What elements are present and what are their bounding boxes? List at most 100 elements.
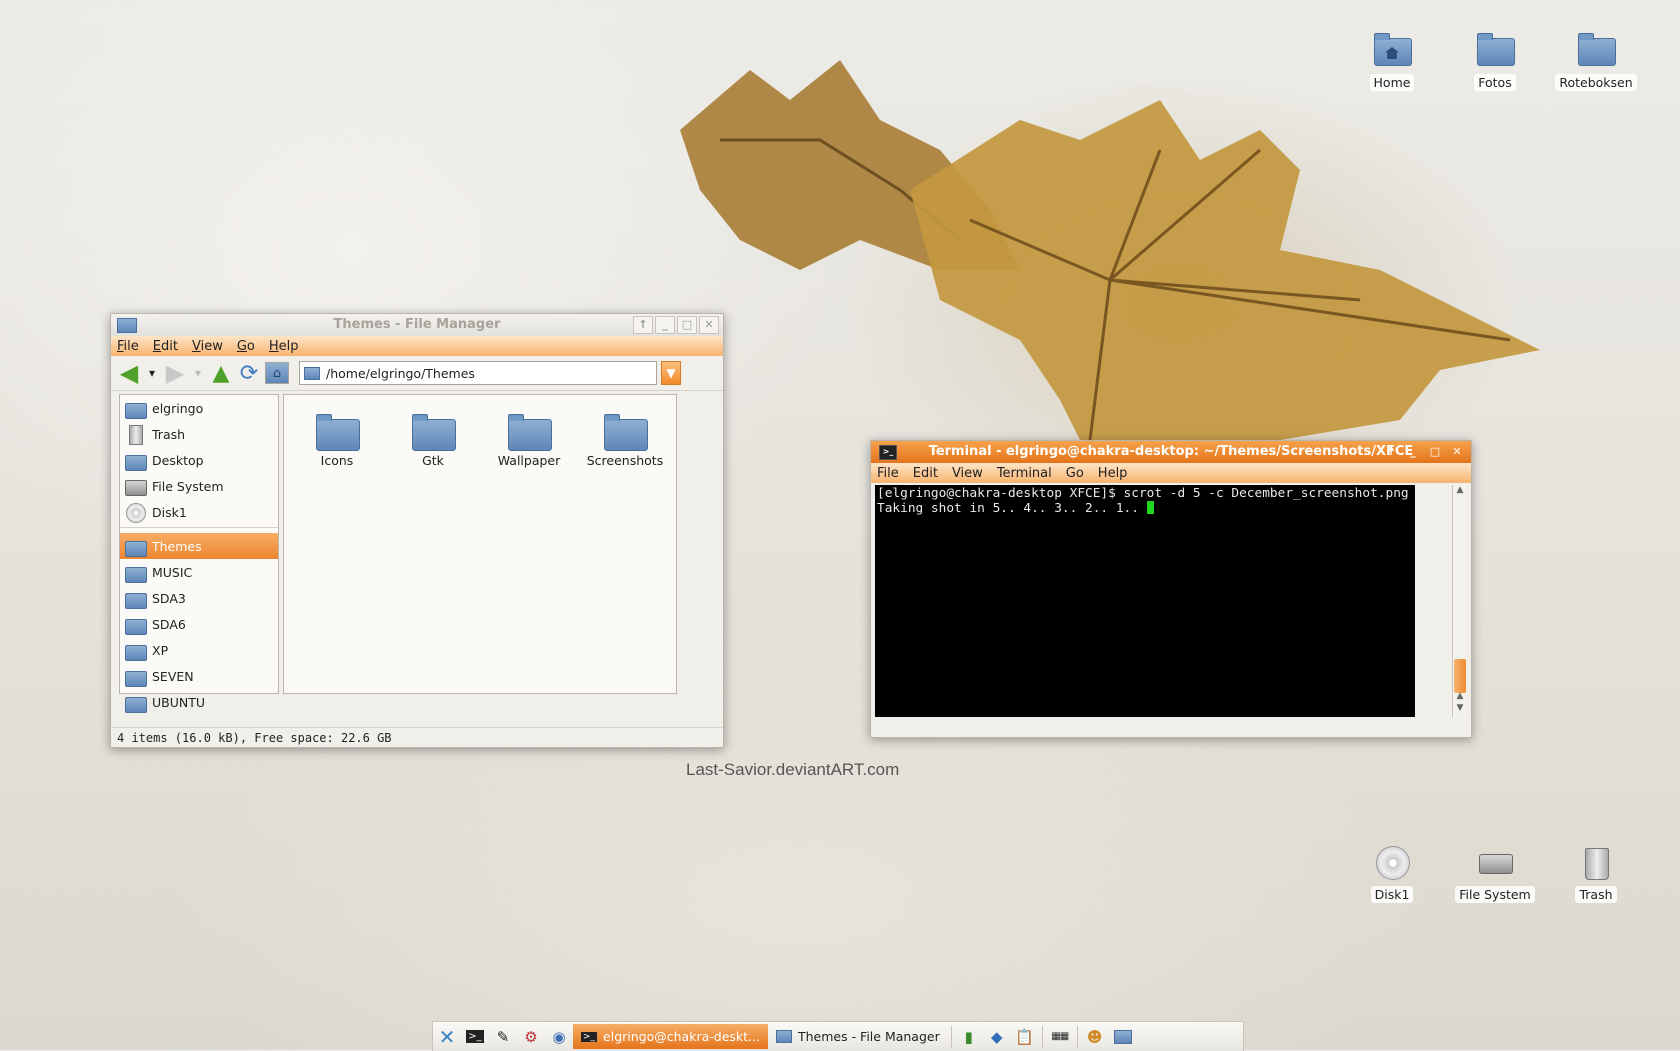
menu-terminal[interactable]: Terminal [997, 466, 1052, 481]
desktop-icon-filesystem[interactable]: File System [1450, 842, 1540, 903]
desktop-icon-home[interactable]: Home [1347, 30, 1437, 91]
forward-history-dropdown-icon[interactable]: ▾ [191, 361, 205, 385]
folder-label: Icons [320, 453, 354, 468]
task-file-manager[interactable]: Themes - File Manager [768, 1024, 948, 1049]
desktop-icon-fotos[interactable]: Fotos [1450, 30, 1540, 91]
network-icon[interactable]: ▮ [957, 1026, 981, 1048]
taskbar-separator [1076, 1025, 1078, 1048]
file-view[interactable]: Icons Gtk Wallpaper Screenshots [283, 394, 677, 694]
menu-edit[interactable]: Edit [153, 339, 178, 354]
minimize-button[interactable]: _ [1403, 443, 1423, 461]
terminal-window: >_ Terminal - elgringo@chakra-desktop: ~… [870, 440, 1472, 738]
up-arrow-icon[interactable]: ▲ [209, 361, 233, 386]
terminal-line-current: Taking shot in 5.. 4.. 3.. 2.. 1.. [877, 501, 1413, 516]
editor-launcher-icon[interactable]: ✎ [491, 1026, 515, 1048]
location-bar[interactable]: /home/elgringo/Themes [299, 361, 657, 385]
bookmark-music[interactable]: MUSIC [120, 559, 278, 585]
scroll-up-icon[interactable]: ▲ [1453, 485, 1467, 495]
folder-icon [304, 366, 320, 380]
bookmark-ubuntu[interactable]: UBUNTU [120, 689, 278, 715]
menu-view[interactable]: View [192, 339, 223, 354]
bookmark-xp[interactable]: XP [120, 637, 278, 663]
menu-help[interactable]: Help [1098, 466, 1128, 481]
terminal-scrollbar[interactable]: ▲ ▲ ▼ [1452, 485, 1467, 717]
menu-file[interactable]: File [877, 466, 899, 481]
folder-icon [124, 692, 147, 713]
xfce-menu-icon[interactable]: ✕ [435, 1025, 459, 1049]
terminal-launcher-icon[interactable]: >_ [463, 1026, 487, 1048]
disc-icon [124, 502, 146, 523]
folder-icon [1578, 33, 1616, 66]
folder-icon [508, 414, 552, 451]
scroll-up-icon[interactable]: ▲ [1453, 691, 1467, 701]
scroll-down-icon[interactable]: ▼ [1453, 703, 1467, 713]
bookmark-sda3[interactable]: SDA3 [120, 585, 278, 611]
close-button[interactable]: ✕ [1447, 443, 1467, 461]
terminal-line: Taking shot in 5.. 4.. 3.. 2.. 1.. [877, 501, 1147, 516]
file-manager-titlebar[interactable]: Themes - File Manager ↑ _ □ ✕ [111, 314, 723, 336]
watermark-text: Last-Savior.deviantART.com [686, 760, 900, 779]
desktop-icon [124, 450, 147, 471]
scrollbar-thumb[interactable] [1454, 659, 1466, 693]
place-filesystem[interactable]: File System [120, 473, 278, 499]
place-label: Desktop [152, 452, 204, 468]
folder-icon [124, 536, 147, 557]
folder-item-gtk[interactable]: Gtk [388, 409, 478, 468]
clipboard-icon[interactable]: 📋 [1013, 1026, 1037, 1048]
folder-icon [1477, 33, 1515, 66]
folder-label: Screenshots [586, 453, 664, 468]
taskbar-separator [1041, 1025, 1043, 1048]
workspace-switcher-icon[interactable]: ▦▦ [1048, 1026, 1072, 1048]
maximize-button[interactable]: □ [677, 316, 697, 334]
folder-label: Wallpaper [497, 453, 561, 468]
back-history-dropdown-icon[interactable]: ▾ [145, 361, 159, 385]
place-desktop[interactable]: Desktop [120, 447, 278, 473]
user-icon[interactable]: ☻ [1083, 1026, 1107, 1048]
menu-bar: File Edit View Go Help [111, 336, 723, 356]
folder-item-screenshots[interactable]: Screenshots [580, 409, 670, 468]
browser-launcher-icon[interactable]: ◉ [547, 1026, 571, 1048]
terminal-icon: >_ [879, 445, 897, 460]
terminal-output[interactable]: [elgringo@chakra-desktop XFCE]$ scrot -d… [875, 485, 1415, 717]
task-terminal[interactable]: >_ elgringo@chakra-deskt... [573, 1024, 768, 1049]
shade-button[interactable]: ↑ [633, 316, 653, 334]
menu-go[interactable]: Go [237, 339, 255, 354]
tools-launcher-icon[interactable]: ⚙ [519, 1026, 543, 1048]
dropbox-icon[interactable]: ◆ [985, 1026, 1009, 1048]
bookmark-themes[interactable]: Themes [120, 533, 278, 559]
location-dropdown-button[interactable]: ▼ [661, 361, 681, 385]
minimize-button[interactable]: _ [655, 316, 675, 334]
folder-item-icons[interactable]: Icons [292, 409, 382, 468]
place-elgringo[interactable]: elgringo [120, 395, 278, 421]
desktop-icon-roteboksen[interactable]: Roteboksen [1551, 30, 1641, 91]
taskbar: ✕ >_ ✎ ⚙ ◉ >_ elgringo@chakra-deskt... T… [432, 1021, 1244, 1051]
maximize-button[interactable]: □ [1425, 443, 1445, 461]
menu-help[interactable]: Help [269, 339, 299, 354]
home-icon[interactable]: ⌂ [265, 362, 289, 384]
toolbar: ◀ ▾ ▶ ▾ ▲ ⟳ ⌂ /home/elgringo/Themes ▼ [111, 356, 723, 391]
bookmark-label: UBUNTU [152, 694, 206, 710]
desktop-icon-disk1[interactable]: Disk1 [1347, 842, 1437, 903]
place-trash[interactable]: Trash [120, 421, 278, 447]
forward-arrow-icon[interactable]: ▶ [163, 359, 187, 387]
folder-item-wallpaper[interactable]: Wallpaper [484, 409, 574, 468]
window-icon [117, 318, 137, 333]
menu-file[interactable]: File [117, 339, 139, 354]
desktop-icon-trash[interactable]: Trash [1551, 842, 1641, 903]
status-bar: 4 items (16.0 kB), Free space: 22.6 GB [111, 727, 723, 747]
shade-button[interactable]: ↑ [1381, 443, 1401, 461]
menu-go[interactable]: Go [1066, 466, 1084, 481]
side-pane: elgringo Trash Desktop File System Disk1… [119, 394, 279, 713]
show-desktop-icon[interactable] [1111, 1026, 1135, 1048]
menu-edit[interactable]: Edit [913, 466, 938, 481]
place-disk1[interactable]: Disk1 [120, 499, 278, 525]
bookmark-seven[interactable]: SEVEN [120, 663, 278, 689]
bookmark-label: XP [152, 642, 169, 658]
menu-view[interactable]: View [952, 466, 983, 481]
bookmark-sda6[interactable]: SDA6 [120, 611, 278, 637]
task-label: elgringo@chakra-deskt... [603, 1029, 760, 1044]
reload-icon[interactable]: ⟳ [237, 361, 261, 386]
terminal-titlebar[interactable]: >_ Terminal - elgringo@chakra-desktop: ~… [871, 441, 1471, 463]
back-arrow-icon[interactable]: ◀ [117, 359, 141, 387]
close-button[interactable]: ✕ [699, 316, 719, 334]
